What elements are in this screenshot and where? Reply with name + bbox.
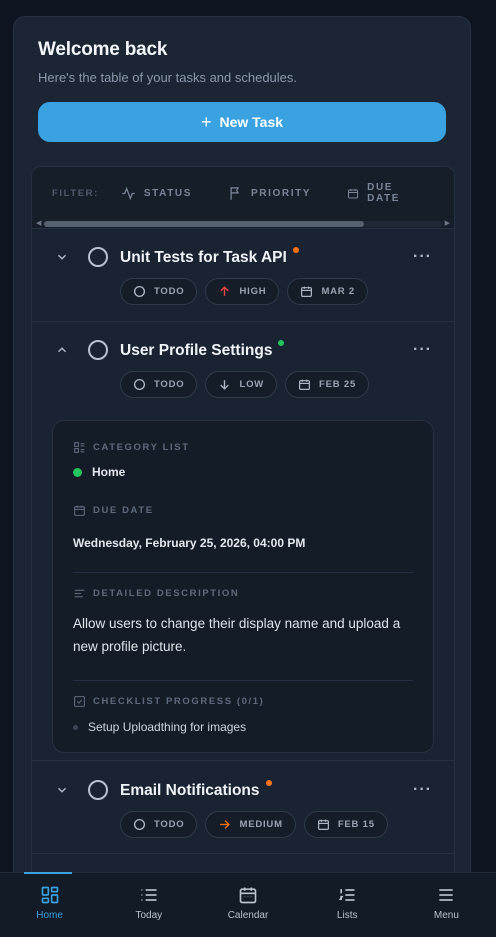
nav-home[interactable]: Home [0,872,99,937]
activity-icon [122,186,135,200]
filter-priority[interactable]: PRIORITY [228,186,311,201]
task-title: Unit Tests for Task API [120,247,299,267]
arrow-up-icon [220,286,230,296]
calendar-icon [239,887,257,904]
priority-chip[interactable]: MEDIUM [205,811,296,838]
flag-icon [230,186,240,200]
calendar-icon [299,379,311,390]
calendar-icon [301,286,313,297]
divider [73,680,413,681]
task-row[interactable]: Email Notifications ··· TODO MEDIUM FEB … [32,761,454,854]
scroll-right-icon[interactable]: ▶ [445,220,450,228]
page-title: Welcome back [38,39,168,60]
checklist-label: CHECKLIST PROGRESS (0/1) [73,695,413,708]
due-chip[interactable]: FEB 15 [303,811,388,838]
filter-due-date[interactable]: DUE DATE [347,182,418,204]
nav-lists-label: Lists [336,910,358,921]
filter-bar: FILTER: STATUS PRIORITY DUE DATE ◀ ▶ [32,167,454,229]
task-title: Email Notifications [120,780,272,800]
task-row[interactable]: User Profile Settings ··· TODO LOW FEB 2… [32,322,454,761]
divider [73,572,413,573]
plus-icon: + [200,112,212,132]
bullet-icon [73,724,78,730]
due-date-label: DUE DATE [73,504,413,517]
category-label: CATEGORY LIST [73,441,413,454]
description-text: Allow users to change their display name… [73,616,401,654]
priority-chip[interactable]: HIGH [205,278,280,305]
nav-lists[interactable]: Lists [298,873,397,937]
status-chip[interactable]: TODO [120,371,198,398]
status-chip[interactable]: TODO [120,811,198,838]
filter-due-date-label: DUE DATE [367,182,401,204]
chevron-up-icon[interactable] [55,343,69,357]
due-chip[interactable]: MAR 2 [287,278,368,305]
priority-dot [265,780,272,786]
nav-menu-label: Menu [433,910,459,921]
filter-priority-label: PRIORITY [251,187,312,199]
due-date-value: Wednesday, February 25, 2026, 04:00 PM [73,536,306,550]
complete-checkbox[interactable] [88,780,108,800]
new-task-label: New Task [219,114,284,130]
calendar-icon [74,505,85,516]
list-icon [141,889,157,901]
chevron-down-icon[interactable] [55,783,69,797]
circle-icon [133,378,146,391]
circle-icon [133,818,146,831]
numbered-list-icon [338,889,355,901]
category-dot [73,467,82,477]
description-label: DETAILED DESCRIPTION [73,587,413,600]
circle-icon [133,285,146,298]
priority-dot [292,247,299,253]
task-title: User Profile Settings [120,340,285,360]
align-left-icon [74,589,85,598]
checkbox-icon [74,696,85,707]
chevron-down-icon[interactable] [55,250,69,264]
calendar-icon [348,188,359,199]
arrow-right-icon [220,820,231,829]
nav-calendar[interactable]: Calendar [198,873,297,937]
page-subtitle: Here's the table of your tasks and sched… [38,70,298,85]
task-row[interactable]: Unit Tests for Task API ··· TODO HIGH MA… [32,229,454,322]
more-options-icon[interactable]: ··· [413,341,432,359]
status-chip[interactable]: TODO [120,278,198,305]
due-chip[interactable]: FEB 25 [285,371,370,398]
bottom-nav: Home Today Calendar Lists Menu [0,872,496,937]
new-task-button[interactable]: + New Task [38,102,446,142]
category-value: Home [73,465,413,479]
nav-calendar-label: Calendar [227,910,269,921]
header: Welcome back Here's the table of your ta… [14,17,470,142]
horizontal-scrollbar[interactable]: ◀ ▶ [36,220,450,228]
list-icon [74,442,85,453]
scroll-left-icon[interactable]: ◀ [36,220,41,228]
scroll-thumb[interactable] [44,221,364,227]
task-table: FILTER: STATUS PRIORITY DUE DATE ◀ ▶ Uni… [31,166,455,926]
home-grid-icon [41,886,58,904]
hamburger-icon [439,889,454,901]
filter-status[interactable]: STATUS [121,186,192,201]
arrow-down-icon [220,380,230,390]
task-details: CATEGORY LIST Home DUE DATE Wednesday, F… [52,420,434,753]
nav-today[interactable]: Today [99,873,198,937]
status-dot [278,340,285,346]
complete-checkbox[interactable] [88,247,108,267]
nav-home-label: Home [36,910,63,921]
checklist-item[interactable]: Setup Uploadthing for images [73,720,413,734]
more-options-icon[interactable]: ··· [413,248,432,266]
filter-status-label: STATUS [143,187,193,199]
complete-checkbox[interactable] [88,340,108,360]
priority-chip[interactable]: LOW [205,371,278,398]
filter-label: FILTER: [52,187,99,199]
main-card: Welcome back Here's the table of your ta… [13,16,471,937]
nav-today-label: Today [135,910,163,921]
more-options-icon[interactable]: ··· [413,781,432,799]
nav-menu[interactable]: Menu [397,873,496,937]
calendar-icon [317,819,329,830]
